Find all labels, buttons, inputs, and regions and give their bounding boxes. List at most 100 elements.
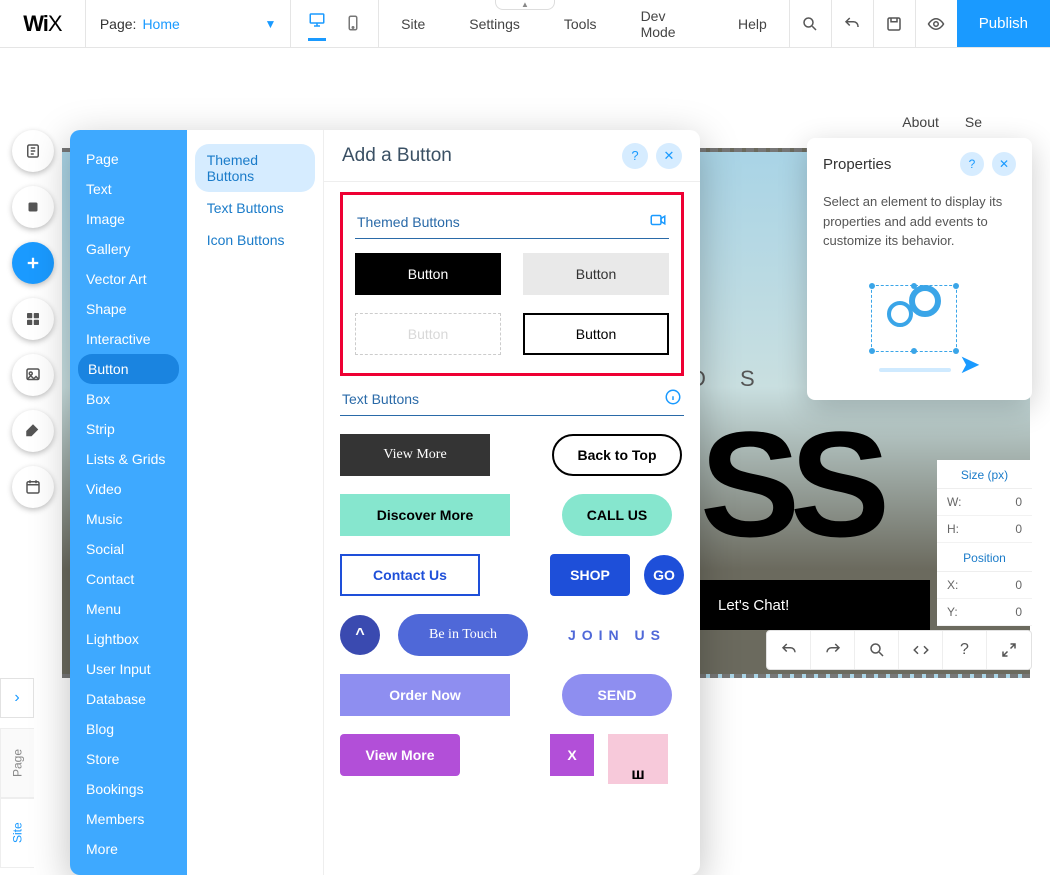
page-selector[interactable]: Page: Home ▼ (86, 0, 292, 47)
rail-apps-icon[interactable] (12, 298, 54, 340)
sample-call-us[interactable]: CALL US (562, 494, 672, 536)
expand-button[interactable] (987, 631, 1031, 669)
size-header: Size (px) (937, 460, 1032, 489)
menu-help[interactable]: Help (716, 0, 789, 47)
rail-blog-icon[interactable] (12, 410, 54, 452)
properties-help-icon[interactable]: ? (960, 152, 984, 176)
sample-x[interactable]: X (550, 734, 594, 776)
sample-view-more[interactable]: View More (340, 434, 490, 476)
hero-text: SS (700, 398, 880, 571)
rail-background-icon[interactable] (12, 186, 54, 228)
sample-be-in-touch[interactable]: Be in Touch (398, 614, 528, 656)
sample-back-to-top[interactable]: Back to Top (552, 434, 682, 476)
cat-music[interactable]: Music (70, 504, 187, 534)
info-icon[interactable] (664, 388, 682, 409)
rail-pages-icon[interactable] (12, 130, 54, 172)
nav-about[interactable]: About (902, 114, 939, 130)
save-icon[interactable] (873, 0, 915, 47)
h-value[interactable]: 0 (1015, 522, 1022, 536)
section-themed-title: Themed Buttons (357, 214, 460, 230)
x-value[interactable]: 0 (1015, 578, 1022, 592)
sample-order-now[interactable]: Order Now (340, 674, 510, 716)
rail-add-icon[interactable] (12, 242, 54, 284)
sample-button-black[interactable]: Button (355, 253, 501, 295)
cat-contact[interactable]: Contact (70, 564, 187, 594)
cat-lightbox[interactable]: Lightbox (70, 624, 187, 654)
sample-button-outline[interactable]: Button (523, 313, 669, 355)
cat-button[interactable]: Button (78, 354, 179, 384)
subcat-themed-buttons[interactable]: Themed Buttons (195, 144, 315, 192)
help-icon[interactable]: ? (622, 143, 648, 169)
sample-shop[interactable]: SHOP (550, 554, 630, 596)
desktop-icon[interactable] (308, 11, 326, 41)
y-value[interactable]: 0 (1015, 605, 1022, 619)
collapse-left-button[interactable]: › (0, 678, 34, 718)
cat-interactive[interactable]: Interactive (70, 324, 187, 354)
cat-user-input[interactable]: User Input (70, 654, 187, 684)
add-category-list: Page Text Image Gallery Vector Art Shape… (70, 130, 187, 875)
left-rail (12, 130, 54, 508)
chat-widget[interactable]: Let's Chat! (700, 580, 930, 630)
cat-members[interactable]: Members (70, 804, 187, 834)
sidetab-page[interactable]: Page (0, 728, 34, 798)
undo-button[interactable] (767, 631, 811, 669)
page-label: Page: (100, 16, 137, 32)
menu-site[interactable]: Site (379, 0, 447, 47)
code-button[interactable] (899, 631, 943, 669)
help-button[interactable]: ? (943, 631, 987, 669)
subcat-icon-buttons[interactable]: Icon Buttons (195, 224, 315, 256)
search-icon[interactable] (789, 0, 831, 47)
mobile-icon[interactable] (344, 14, 362, 41)
w-value[interactable]: 0 (1015, 495, 1022, 509)
sample-contact-us[interactable]: Contact Us (340, 554, 480, 596)
cat-image[interactable]: Image (70, 204, 187, 234)
add-panel-title: Add a Button (342, 145, 452, 167)
sidetab-site[interactable]: Site (0, 798, 34, 868)
cat-database[interactable]: Database (70, 684, 187, 714)
close-icon[interactable]: ✕ (656, 143, 682, 169)
menu-tools[interactable]: Tools (542, 0, 619, 47)
cat-text[interactable]: Text (70, 174, 187, 204)
undo-icon[interactable] (831, 0, 873, 47)
video-help-icon[interactable] (649, 211, 667, 232)
cat-social[interactable]: Social (70, 534, 187, 564)
preview-icon[interactable] (915, 0, 957, 47)
sample-caret-up[interactable]: ^ (340, 615, 380, 655)
h-label: H: (947, 522, 959, 536)
topbar-handle-icon[interactable]: ▲ (495, 0, 555, 10)
sample-button-grey[interactable]: Button (523, 253, 669, 295)
cat-store[interactable]: Store (70, 744, 187, 774)
cat-strip[interactable]: Strip (70, 414, 187, 444)
sample-go[interactable]: GO (644, 555, 684, 595)
nav-se[interactable]: Se (965, 114, 982, 130)
section-text-title: Text Buttons (342, 391, 419, 407)
publish-button[interactable]: Publish (957, 0, 1050, 47)
cat-lists-grids[interactable]: Lists & Grids (70, 444, 187, 474)
cat-blog[interactable]: Blog (70, 714, 187, 744)
properties-close-icon[interactable]: ✕ (992, 152, 1016, 176)
cat-bookings[interactable]: Bookings (70, 774, 187, 804)
menu-dev-mode[interactable]: Dev Mode (619, 0, 716, 47)
sample-join-us[interactable]: JOIN US (550, 614, 684, 656)
device-switcher (291, 0, 379, 47)
sample-button-dashed[interactable]: Button (355, 313, 501, 355)
search-button[interactable] (855, 631, 899, 669)
sample-discover-more[interactable]: Discover More (340, 494, 510, 536)
wix-logo: WiX (0, 0, 86, 47)
redo-button[interactable] (811, 631, 855, 669)
cat-video[interactable]: Video (70, 474, 187, 504)
subcat-text-buttons[interactable]: Text Buttons (195, 192, 315, 224)
cat-menu[interactable]: Menu (70, 594, 187, 624)
sample-send[interactable]: SEND (562, 674, 672, 716)
sample-pink[interactable]: ш (608, 734, 668, 784)
rail-media-icon[interactable] (12, 354, 54, 396)
cat-box[interactable]: Box (70, 384, 187, 414)
cat-vector-art[interactable]: Vector Art (70, 264, 187, 294)
rail-bookings-icon[interactable] (12, 466, 54, 508)
cat-shape[interactable]: Shape (70, 294, 187, 324)
cat-page[interactable]: Page (70, 144, 187, 174)
properties-panel: Properties ? ✕ Select an element to disp… (807, 138, 1032, 400)
cat-gallery[interactable]: Gallery (70, 234, 187, 264)
sample-view-more-2[interactable]: View More (340, 734, 460, 776)
x-label: X: (947, 578, 958, 592)
